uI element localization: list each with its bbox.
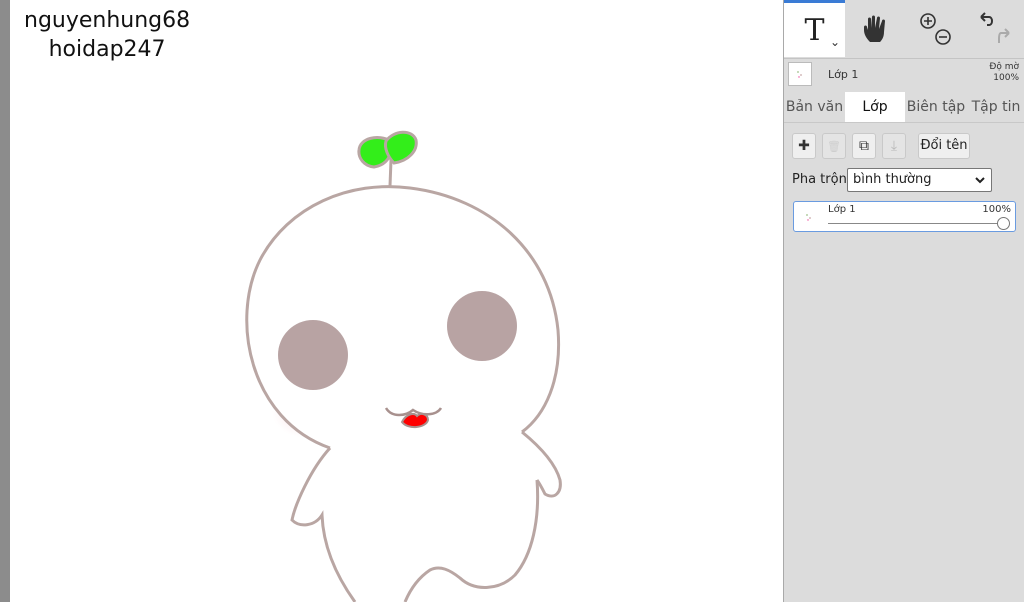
zoom-buttons [907,0,965,57]
layer-name: Lớp 1 [828,204,856,215]
add-layer-button[interactable]: ✚ [792,133,816,159]
current-layer-header: Lớp 1 Độ mờ 100% [784,58,1024,92]
sprout-stem [388,159,393,187]
layer-thumbnail [798,206,820,228]
character-drawing [245,130,562,602]
merge-down-icon: ⤓ [890,138,898,154]
text-tool-icon: T [804,12,825,48]
duplicate-layer-button[interactable]: ⧉ [852,133,876,159]
drawing-canvas[interactable]: nguyenhung68 hoidap247 [10,0,783,602]
blend-mode-label: Pha trộn [792,172,847,187]
watermark-line2: hoidap247 [48,37,166,62]
tab-text[interactable]: Bản văn [784,92,845,122]
tab-divider [784,122,1024,123]
opacity-value: 100% [993,73,1019,83]
hand-tool-button[interactable] [845,0,907,57]
left-eye [278,320,348,390]
current-layer-opacity: Độ mờ 100% [989,62,1019,84]
layer-thumbnail [788,62,812,86]
side-panel: T ⌄ Lớp 1 Độ mờ 100% Bản văn Lớp Biên tậ… [783,0,1024,602]
right-arm-outline [521,430,562,498]
panel-tabs: Bản văn Lớp Biên tập Tập tin [784,92,1024,122]
tab-edit[interactable]: Biên tập [905,92,967,122]
blend-mode-value: bình thường [853,172,932,187]
tool-bar: T ⌄ [784,0,1024,59]
zoom-in-icon[interactable] [920,12,936,29]
watermark: nguyenhung68 hoidap247 [24,6,190,64]
opacity-slider-track[interactable] [828,223,1006,224]
watermark-line1: nguyenhung68 [24,8,191,33]
blend-mode-select[interactable]: bình thường [847,168,992,192]
right-eye [447,291,517,361]
history-buttons [965,0,1024,57]
redo-icon[interactable] [998,27,1010,43]
duplicate-icon: ⧉ [859,138,869,154]
current-layer-name: Lớp 1 [828,68,859,81]
trash-icon: 🗑 [827,139,841,153]
delete-layer-button[interactable]: 🗑 [822,133,846,159]
layer-opacity-value: 100% [982,204,1011,215]
rename-layer-button[interactable]: Đổi tên [918,133,970,159]
tongue [400,412,430,428]
layer-list-item[interactable]: Lớp 1 100% [793,201,1016,232]
right-body-outline [403,479,540,602]
tab-file[interactable]: Tập tin [967,92,1024,122]
tab-layers[interactable]: Lớp [845,92,905,122]
merge-down-button[interactable]: ⤓ [882,133,906,159]
opacity-slider-handle[interactable] [997,217,1010,230]
body-outline [290,446,357,602]
sprout-leaf-right [384,130,418,165]
chevron-down-icon [975,169,985,198]
plus-icon: ✚ [798,138,810,154]
zoom-out-icon[interactable] [935,28,951,45]
opacity-label: Độ mờ [989,62,1019,72]
hand-icon [864,15,885,42]
chevron-down-icon[interactable]: ⌄ [830,35,840,49]
left-edge [0,0,10,602]
undo-icon[interactable] [980,11,993,26]
text-tool-button[interactable]: T ⌄ [784,0,845,57]
